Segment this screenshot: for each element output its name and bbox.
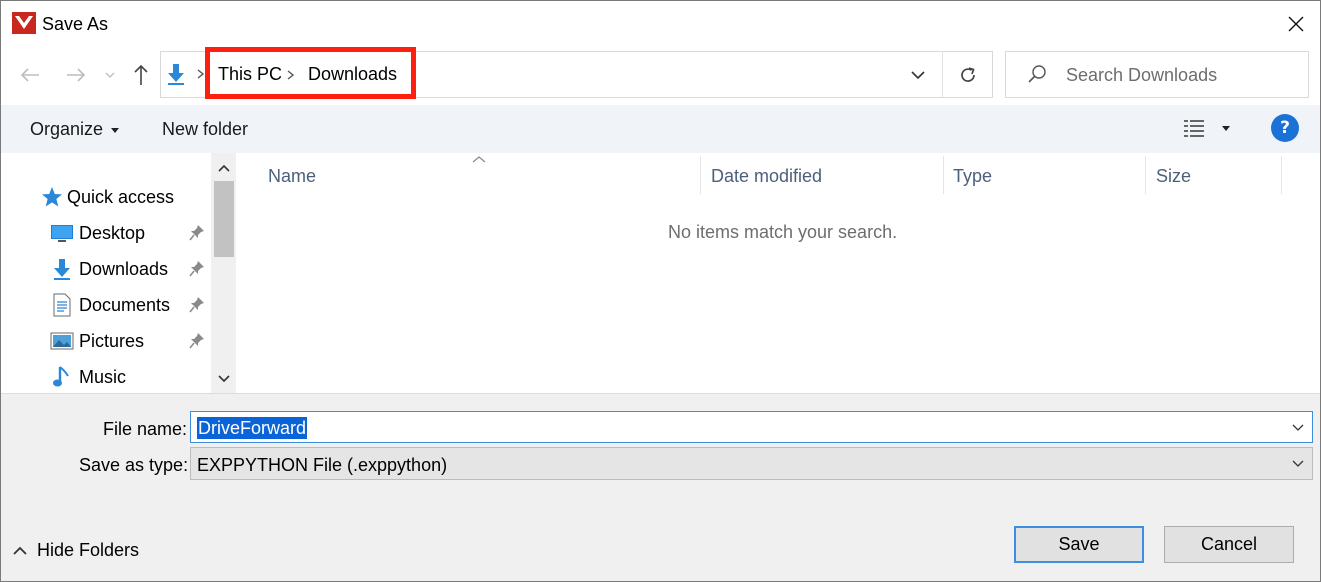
cancel-button[interactable]: Cancel: [1164, 526, 1294, 563]
back-arrow-icon: [20, 68, 39, 82]
search-input[interactable]: Search Downloads: [1066, 65, 1217, 86]
column-header-type[interactable]: Type: [923, 156, 1147, 196]
sidebar-item-documents[interactable]: Documents: [1, 288, 211, 322]
file-name-field[interactable]: [190, 411, 1313, 443]
change-view-button[interactable]: [1179, 113, 1209, 143]
sidebar-item-label: Pictures: [79, 330, 145, 351]
pin-icon: [189, 224, 205, 242]
pin-icon: [189, 296, 205, 314]
details-view-icon: [1184, 120, 1204, 137]
up-button[interactable]: [127, 59, 155, 91]
new-folder-button[interactable]: New folder: [153, 111, 257, 147]
column-header-name[interactable]: Name: [238, 156, 701, 196]
window-title: Save As: [42, 14, 109, 34]
close-button[interactable]: [1279, 9, 1313, 39]
view-options-button[interactable]: [1215, 113, 1237, 143]
pictures-icon: [50, 329, 74, 353]
scrollbar-thumb[interactable]: [214, 181, 234, 257]
close-icon: [1288, 16, 1304, 32]
sidebar-item-label: Downloads: [79, 258, 169, 279]
downloads-icon: [165, 62, 187, 86]
save-as-type-dropdown-button[interactable]: [1287, 453, 1309, 475]
desktop-icon: [50, 221, 74, 245]
forward-arrow-icon: [67, 68, 86, 82]
hide-folders-label: Hide Folders: [37, 539, 140, 560]
search-icon: [1026, 63, 1048, 85]
save-as-dialog: Save As This PC Downloads Search Downloa…: [0, 0, 1321, 582]
up-arrow-icon: [134, 64, 148, 85]
chevron-down-icon: [1292, 460, 1304, 467]
sidebar-item-label: Quick access: [67, 186, 175, 207]
chevron-up-icon: [217, 164, 230, 172]
file-name-label: File name:: [103, 419, 188, 439]
empty-state-message: No items match your search.: [668, 222, 898, 242]
sidebar-item-label: Documents: [79, 294, 171, 315]
column-header-date-modified[interactable]: Date modified: [681, 156, 943, 196]
file-name-value[interactable]: DriveForward: [197, 417, 308, 439]
help-button[interactable]: ?: [1271, 114, 1299, 142]
sidebar-item-music[interactable]: Music: [1, 360, 211, 394]
caret-down-icon: [111, 127, 120, 133]
column-header-size[interactable]: Size: [1126, 156, 1282, 196]
caret-down-icon: [1222, 125, 1230, 131]
address-dropdown-button[interactable]: [903, 61, 933, 89]
organize-button[interactable]: Organize: [21, 111, 128, 147]
sidebar-item-desktop[interactable]: Desktop: [1, 216, 211, 250]
chevron-down-icon: [105, 72, 115, 78]
breadcrumb-highlight: [205, 47, 416, 99]
forward-button[interactable]: [61, 61, 91, 89]
address-divider: [942, 52, 943, 97]
save-as-type-value[interactable]: EXPPYTHON File (.exppython): [197, 455, 447, 476]
pin-icon: [189, 260, 205, 278]
scroll-up-button[interactable]: [211, 157, 236, 179]
chevron-up-icon: [13, 546, 27, 555]
pin-icon: [189, 332, 205, 350]
column-divider[interactable]: [1281, 156, 1282, 194]
sidebar-item-label: Desktop: [79, 222, 146, 243]
sidebar-item-downloads[interactable]: Downloads: [1, 252, 211, 286]
refresh-button[interactable]: [951, 59, 985, 91]
save-button[interactable]: Save: [1014, 526, 1144, 563]
chevron-down-icon: [911, 70, 925, 79]
sidebar-item-label: Music: [79, 366, 127, 387]
hide-folders-button[interactable]: Hide Folders: [13, 535, 139, 565]
refresh-icon: [961, 67, 975, 82]
downloads-icon: [50, 257, 74, 281]
documents-icon: [50, 293, 74, 317]
file-name-dropdown-button[interactable]: [1287, 417, 1309, 439]
music-icon: [50, 365, 74, 389]
recent-locations-button[interactable]: [101, 63, 119, 87]
chevron-down-icon: [1292, 424, 1304, 431]
title-bar: [1, 1, 1320, 47]
save-as-type-label: Save as type:: [79, 455, 189, 475]
back-button[interactable]: [15, 61, 45, 89]
sidebar-item-quick-access[interactable]: Quick access: [1, 180, 211, 214]
scroll-down-button[interactable]: [211, 367, 236, 391]
organize-label: Organize: [30, 118, 104, 139]
sidebar-item-pictures[interactable]: Pictures: [1, 324, 211, 358]
app-logo-icon: [12, 12, 36, 34]
chevron-down-icon: [217, 375, 230, 383]
star-icon: [40, 185, 64, 209]
